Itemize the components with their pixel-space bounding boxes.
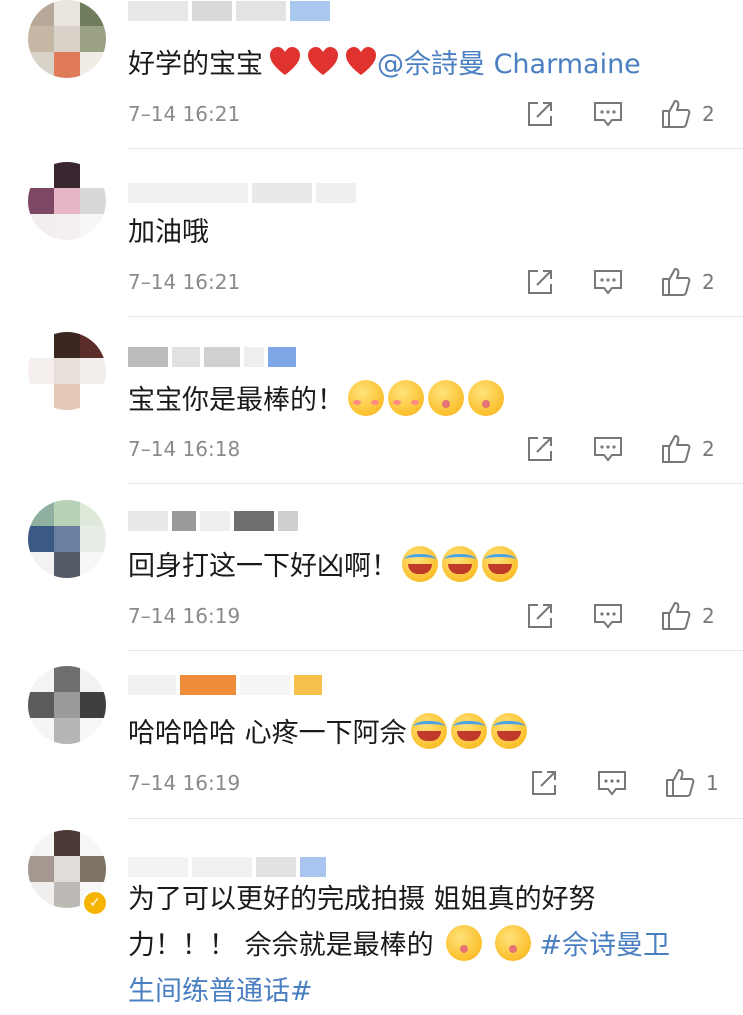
comment-text: 为了可以更好的完成拍摄 姐姐真的好努 力！！！ 佘佘就是最棒的 #佘诗曼卫 生间… (128, 877, 718, 1015)
like-button[interactable] (660, 763, 700, 803)
like-button[interactable] (656, 94, 696, 134)
thumbs-up-icon (662, 435, 691, 463)
like-count: 2 (702, 604, 715, 628)
divider (128, 148, 743, 149)
avatar[interactable] (28, 666, 106, 744)
share-icon (532, 771, 556, 795)
kiss-emoji-icon (428, 380, 464, 416)
thumbs-up-icon (662, 268, 691, 296)
share-button[interactable] (520, 429, 560, 469)
comment-text: 好学的宝宝 @佘詩曼 Charmaine (128, 47, 641, 80)
divider (128, 483, 743, 484)
comment-time: 7–14 16:19 (128, 604, 241, 628)
comment-icon (594, 604, 622, 629)
share-icon (528, 270, 552, 294)
comment-icon (598, 771, 626, 796)
like-count: 2 (702, 437, 715, 461)
divider (128, 650, 743, 651)
comment-text: 加油哦 (128, 217, 209, 248)
kiss-emoji-icon (494, 925, 531, 961)
username-blurred[interactable] (128, 346, 296, 368)
divider (128, 316, 743, 317)
mention-link[interactable]: @佘詩曼 Charmaine (377, 49, 641, 80)
like-button[interactable] (656, 262, 696, 302)
reply-button[interactable] (592, 763, 632, 803)
share-icon (528, 102, 552, 126)
crying-laughing-emoji-icon (450, 713, 487, 749)
share-button[interactable] (520, 94, 560, 134)
reply-button[interactable] (588, 262, 628, 302)
hashtag-link[interactable]: #佘诗曼卫 (539, 930, 670, 961)
thumbs-up-icon (666, 769, 695, 797)
avatar[interactable] (28, 332, 106, 410)
avatar[interactable] (28, 0, 106, 78)
comment-text: 回身打这一下好凶啊！ (128, 544, 718, 590)
verified-badge-icon: ✓ (82, 890, 108, 916)
shy-emoji-icon (348, 380, 384, 416)
comment-text: 宝宝你是最棒的！ (128, 378, 718, 424)
hashtag-link[interactable]: 生间练普通话# (128, 969, 718, 1015)
like-button[interactable] (656, 429, 696, 469)
comment-time: 7–14 16:21 (128, 270, 241, 294)
crying-laughing-emoji-icon (410, 713, 447, 749)
comment-text-line: 为了可以更好的完成拍摄 姐姐真的好努 (128, 884, 596, 915)
username-blurred[interactable] (128, 674, 322, 696)
comment-icon (594, 270, 622, 295)
crying-laughing-emoji-icon (490, 713, 527, 749)
username-blurred[interactable] (128, 182, 356, 204)
reply-button[interactable] (588, 429, 628, 469)
thumbs-up-icon (662, 100, 691, 128)
comment-text-line: 力！！！ 佘佘就是最棒的 #佘诗曼卫 (128, 923, 718, 969)
share-button[interactable] (520, 262, 560, 302)
comment-text: 哈哈哈哈 心疼一下阿佘 (128, 711, 718, 757)
shy-emoji-icon (388, 380, 424, 416)
crying-laughing-emoji-icon (482, 546, 518, 582)
kiss-emoji-icon (468, 380, 504, 416)
reply-button[interactable] (588, 596, 628, 636)
divider (128, 818, 743, 819)
comment-time: 7–14 16:18 (128, 437, 241, 461)
heart-emoji-icon (270, 47, 300, 75)
comment-icon (594, 102, 622, 127)
comment-icon (594, 437, 622, 462)
like-button[interactable] (656, 596, 696, 636)
heart-emoji-icon (346, 47, 376, 75)
crying-laughing-emoji-icon (402, 546, 438, 582)
share-icon (528, 604, 552, 628)
username-blurred[interactable] (128, 0, 330, 22)
reply-button[interactable] (588, 94, 628, 134)
share-button[interactable] (524, 763, 564, 803)
thumbs-up-icon (662, 602, 691, 630)
like-count: 2 (702, 270, 715, 294)
avatar[interactable] (28, 162, 106, 240)
comment-time: 7–14 16:19 (128, 771, 241, 795)
username-blurred[interactable] (128, 510, 298, 532)
kiss-emoji-icon (446, 925, 483, 961)
share-button[interactable] (520, 596, 560, 636)
share-icon (528, 437, 552, 461)
crying-laughing-emoji-icon (442, 546, 478, 582)
comment-time: 7–14 16:21 (128, 102, 241, 126)
username-blurred[interactable] (128, 856, 326, 878)
like-count: 1 (706, 771, 719, 795)
avatar[interactable] (28, 500, 106, 578)
like-count: 2 (702, 102, 715, 126)
heart-emoji-icon (308, 47, 338, 75)
